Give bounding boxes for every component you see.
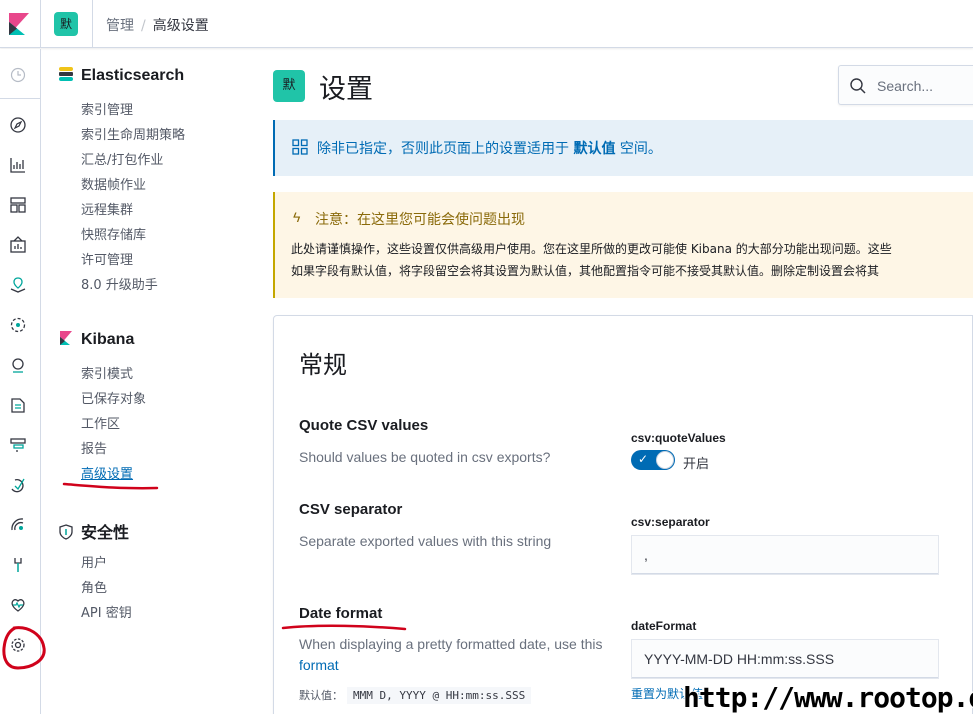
clock-icon[interactable] [9,66,27,84]
bolt-icon: ϟ [293,209,301,225]
monitoring-icon[interactable] [9,596,27,614]
apm-icon[interactable] [9,436,27,454]
space-info-text: 除非已指定，否则此页面上的设置适用于 默认值 空间。 [317,141,662,157]
space-name: 默认值 [573,141,616,157]
kibana-icon [58,330,74,346]
section-title-elasticsearch: Elasticsearch [58,66,184,85]
search-icon [849,77,867,100]
setting-key-csv-separator: csv:separator [631,515,710,529]
spaces-icon [292,139,308,160]
setting-title-csv-separator: CSV separator [299,501,403,518]
sidebar-item-api-keys[interactable]: API 密钥 [81,602,132,621]
warning-line-1: 此处请谨慎操作，这些设置仅供高级用户使用。您在这里所做的更改可能使 Kibana… [291,242,892,256]
sidebar-item-ilm-policies[interactable]: 索引生命周期策略 [81,124,185,143]
space-avatar[interactable]: 默 [54,12,78,36]
panel-title: 常规 [299,351,347,379]
check-icon: ✓ [638,452,649,466]
setting-key-quote-csv: csv:quoteValues [631,431,726,445]
warning-title: 注意：在这里您可能会使问题出现 [315,212,525,228]
breadcrumb-management[interactable]: 管理 [106,18,134,34]
default-value-code: MMM D, YYYY @ HH:mm:ss.SSS [347,687,532,704]
dashboard-icon[interactable] [9,196,27,214]
toggle-knob [656,451,674,469]
top-header: 默 管理 / 高级设置 [0,0,973,48]
sidebar-item-upgrade-assistant[interactable]: 8.0 升级助手 [81,274,158,293]
quote-values-toggle[interactable]: ✓ [631,450,675,470]
app-icon-nav [0,49,41,714]
section-title-security: 安全性 [58,519,129,543]
breadcrumb-advanced-settings: 高级设置 [152,18,209,34]
format-link[interactable]: format [299,657,339,673]
logs-icon[interactable] [9,396,27,414]
sidebar-item-users[interactable]: 用户 [81,552,107,571]
sidebar-item-license[interactable]: 许可管理 [81,249,133,268]
sidebar-item-reporting[interactable]: 报告 [81,438,107,457]
date-format-input[interactable]: YYYY-MM-DD HH:mm:ss.SSS [631,639,939,679]
breadcrumb-separator: / [141,18,146,34]
toggle-label: 开启 [683,457,710,472]
siem-icon[interactable] [9,516,27,534]
management-gear-icon[interactable] [9,636,27,654]
sidebar-item-snapshot-repos[interactable]: 快照存储库 [81,224,146,243]
page-space-avatar: 默 [273,70,305,102]
breadcrumb: 管理 / 高级设置 [106,15,209,35]
setting-desc-quote-csv: Should values be quoted in csv exports? [299,449,551,465]
sidebar-item-roles[interactable]: 角色 [81,577,107,596]
setting-key-date-format: dateFormat [631,619,697,633]
setting-desc-date-format: When displaying a pretty formatted date,… [299,636,603,673]
search-box[interactable] [838,65,973,105]
section-title-kibana: Kibana [58,330,134,349]
sidebar-item-spaces[interactable]: 工作区 [81,413,120,432]
kibana-logo[interactable] [0,0,41,48]
sidebar-item-advanced-settings[interactable]: 高级设置 [81,463,133,482]
warning-callout: ϟ 注意：在这里您可能会使问题出现 此处请谨慎操作，这些设置仅供高级用户使用。您… [273,192,973,298]
management-sidebar: Elasticsearch 索引管理 索引生命周期策略 汇总/打包作业 数据帧作… [42,49,262,714]
csv-separator-input[interactable]: , [631,535,939,575]
elasticsearch-icon [58,66,74,82]
uptime-icon[interactable] [9,476,27,494]
infra-icon[interactable] [9,356,27,374]
main-content: 默 设置 除非已指定，否则此页面上的设置适用于 默认值 空间。 ϟ 注意：在这里… [262,49,973,714]
header-divider [92,0,93,48]
visualize-icon[interactable] [9,156,27,174]
maps-icon[interactable] [9,276,27,294]
sidebar-item-saved-objects[interactable]: 已保存对象 [81,388,146,407]
nav-divider [0,98,40,99]
canvas-icon[interactable] [9,236,27,254]
warning-line-2: 如果字段有默认值，将字段留空会将其设置为默认值，其他配置指令可能不接受其默认值。… [291,264,880,278]
setting-desc-csv-separator: Separate exported values with this strin… [299,533,552,549]
default-value-row: 默认值： MMM D, YYYY @ HH:mm:ss.SSS [299,687,532,704]
sidebar-item-index-patterns[interactable]: 索引模式 [81,363,133,382]
sidebar-item-index-management[interactable]: 索引管理 [81,99,133,118]
search-input[interactable] [877,75,973,97]
watermark: http://www.rootop.org [683,681,973,714]
settings-panel-general: 常规 Quote CSV values Should values be quo… [273,315,973,714]
space-info-callout: 除非已指定，否则此页面上的设置适用于 默认值 空间。 [273,120,973,176]
setting-title-quote-csv: Quote CSV values [299,417,429,434]
compass-icon[interactable] [9,116,27,134]
dev-tools-icon[interactable] [9,556,27,574]
sidebar-item-remote-clusters[interactable]: 远程集群 [81,199,133,218]
sidebar-item-transform-jobs[interactable]: 数据帧作业 [81,174,146,193]
shield-icon [58,524,74,540]
ml-icon[interactable] [9,316,27,334]
sidebar-item-rollup-jobs[interactable]: 汇总/打包作业 [81,149,163,168]
page-title: 设置 [319,74,373,105]
setting-title-date-format: Date format [299,605,383,622]
